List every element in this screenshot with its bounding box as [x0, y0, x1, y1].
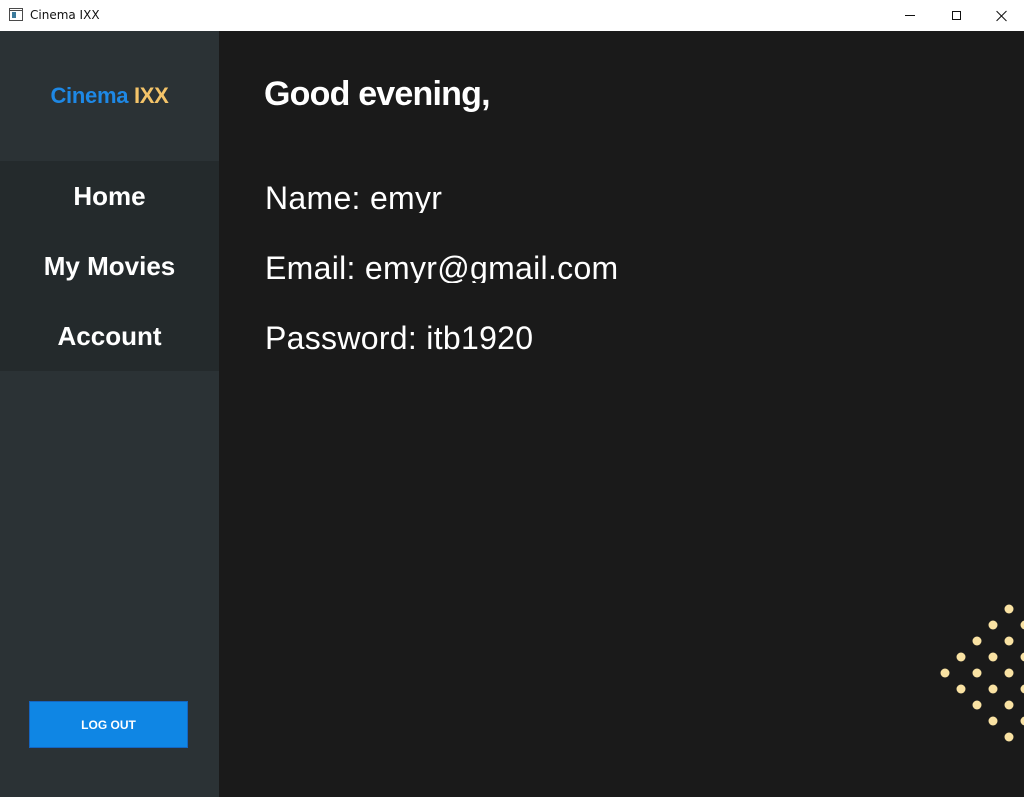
- title-bar: Cinema IXX: [0, 0, 1024, 31]
- pattern-dot: [1020, 684, 1024, 694]
- logo-area: Cinema IXX: [0, 31, 219, 161]
- pattern-dot: [956, 652, 966, 662]
- maximize-button[interactable]: [933, 0, 979, 31]
- pattern-dot: [1004, 732, 1014, 742]
- logo-text-ixx: IXX: [133, 83, 169, 108]
- minimize-icon: [905, 15, 915, 16]
- sidebar-item-home[interactable]: Home: [0, 161, 219, 231]
- pattern-dot: [988, 620, 998, 630]
- window-title: Cinema IXX: [30, 8, 100, 22]
- pattern-dot: [1004, 636, 1014, 646]
- pattern-dot: [1004, 700, 1014, 710]
- pattern-dot: [972, 668, 982, 678]
- pattern-dot: [988, 684, 998, 694]
- logo-text-cinema: Cinema: [50, 83, 129, 108]
- close-icon: [996, 10, 1008, 22]
- pattern-dot: [1020, 652, 1024, 662]
- app-logo: Cinema IXX: [50, 83, 168, 109]
- sidebar-item-account[interactable]: Account: [0, 301, 219, 371]
- minimize-button[interactable]: [887, 0, 933, 31]
- decorative-dot-pattern: [940, 604, 1024, 742]
- pattern-dot: [972, 700, 982, 710]
- pattern-dot: [988, 716, 998, 726]
- pattern-dot: [1020, 716, 1024, 726]
- pattern-dot: [940, 668, 950, 678]
- sidebar-nav: Home My Movies Account: [0, 161, 219, 371]
- sidebar-item-my-movies[interactable]: My Movies: [0, 231, 219, 301]
- app-window-icon: [9, 8, 23, 21]
- maximize-icon: [951, 11, 961, 20]
- pattern-dot: [1004, 668, 1014, 678]
- sidebar: Cinema IXX Home My Movies Account LOG OU…: [0, 31, 219, 797]
- pattern-dot: [956, 684, 966, 694]
- logout-button[interactable]: LOG OUT: [29, 701, 188, 748]
- pattern-dot: [972, 636, 982, 646]
- pattern-dot: [988, 652, 998, 662]
- main-content: Good evening, Name: emyr Email: emyr@gma…: [219, 31, 1024, 797]
- pattern-dot: [1020, 620, 1024, 630]
- close-button[interactable]: [979, 0, 1024, 31]
- pattern-dot: [1004, 604, 1014, 614]
